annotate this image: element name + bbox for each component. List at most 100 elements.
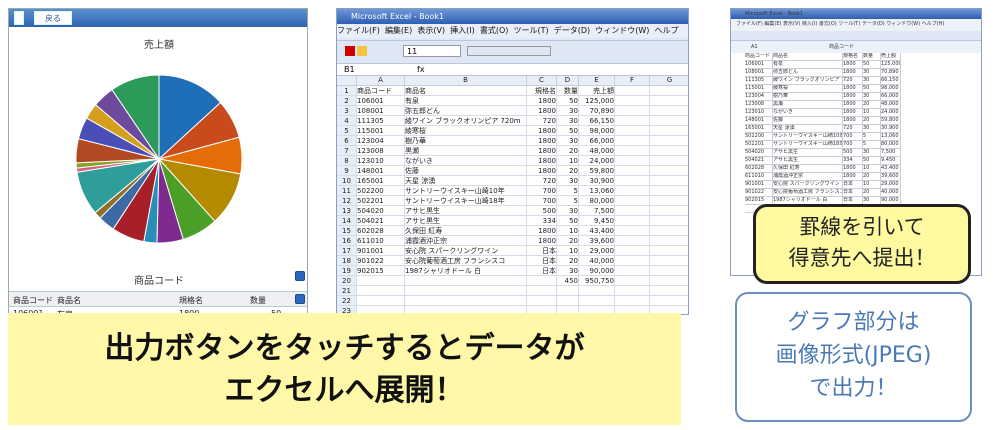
column-header-c[interactable]: C xyxy=(527,76,557,86)
preview-cell: 901022 xyxy=(745,189,773,197)
spreadsheet-cell xyxy=(615,296,650,306)
spreadsheet-cell xyxy=(650,216,688,226)
preview-cell: 有泉 xyxy=(773,61,843,69)
preview-cell: 1800 xyxy=(843,109,863,117)
spreadsheet-cell xyxy=(650,126,688,136)
spreadsheet-cell xyxy=(405,296,527,306)
spreadsheet-cell xyxy=(650,286,688,296)
row-number: 17 xyxy=(337,246,357,256)
spreadsheet-cell: アサヒ黒生 xyxy=(405,206,527,216)
toolbar-stop-icon[interactable] xyxy=(345,46,355,56)
spreadsheet-cell xyxy=(557,286,579,296)
preview-cell: 48,000 xyxy=(881,101,901,109)
data-grid-header: 商品コード 商品名 規格名 数量 xyxy=(9,291,307,307)
spreadsheet-cell: 黒瀬 xyxy=(405,146,527,156)
chart-expand-button[interactable] xyxy=(295,271,305,281)
column-header-a[interactable]: A xyxy=(357,76,405,86)
spreadsheet-cell: 佐藤 xyxy=(405,166,527,176)
menu-window[interactable]: ウィンドウ(W) xyxy=(595,26,649,35)
spreadsheet-cell xyxy=(527,296,557,306)
preview-cell: 20 xyxy=(863,189,881,197)
spreadsheet-cell xyxy=(650,156,688,166)
column-header-b[interactable]: B xyxy=(405,76,527,86)
spreadsheet-cell: 43,400 xyxy=(579,226,615,236)
spreadsheet-cell: 123008 xyxy=(357,146,405,156)
preview-cell: 504021 xyxy=(745,157,773,165)
preview-cell: 901001 xyxy=(745,181,773,189)
back-button[interactable]: 戻る xyxy=(34,11,72,25)
spreadsheet-cell xyxy=(615,166,650,176)
menu-tools[interactable]: ツール(T) xyxy=(513,26,548,35)
column-header-f[interactable]: F xyxy=(615,76,650,86)
jpeg-output-callout: グラフ部分は 画像形式(JPEG) で出力！ xyxy=(735,292,972,422)
graph-line-3: で出力！ xyxy=(809,376,898,401)
grid-scroll-button[interactable] xyxy=(295,294,305,304)
spreadsheet-cell: 30 xyxy=(557,176,579,186)
spreadsheet-cell: 20 xyxy=(557,146,579,156)
preview-cell: 綾寒桜 xyxy=(773,85,843,93)
spreadsheet-cell xyxy=(357,276,405,286)
font-size-box[interactable]: 11 xyxy=(403,45,461,57)
preview-cell: 30 xyxy=(863,125,881,133)
spreadsheet-cell xyxy=(650,206,688,216)
spreadsheet-cell: 902015 xyxy=(357,266,405,276)
preview-cell: 10 xyxy=(863,165,881,173)
spreadsheet-cell: 720 xyxy=(527,176,557,186)
preview-cell: 規格名 xyxy=(843,53,863,61)
preview-cell: 40,000 xyxy=(881,189,901,197)
preview-cell: 50 xyxy=(863,85,881,93)
preview-cell: 1800 xyxy=(843,61,863,69)
preview-cell: 商品コード xyxy=(745,53,773,61)
column-header-g[interactable]: G xyxy=(650,76,688,86)
preview-cell: 611010 xyxy=(745,173,773,181)
spreadsheet-cell xyxy=(650,136,688,146)
spreadsheet-cell: 48,000 xyxy=(579,146,615,156)
spreadsheet-cell xyxy=(527,276,557,286)
preview-cell: サントリーウイスキー山崎18年 xyxy=(773,141,843,149)
app-icon-button[interactable] xyxy=(14,11,24,25)
chart-title: 売上額 xyxy=(144,40,174,51)
toolbar-format-icon[interactable] xyxy=(357,46,367,56)
menu-edit[interactable]: 編集(E) xyxy=(385,26,412,35)
spreadsheet-cell: 611010 xyxy=(357,236,405,246)
preview-cell: 20 xyxy=(863,173,881,181)
menu-view[interactable]: 表示(V) xyxy=(417,26,445,35)
spreadsheet-cell xyxy=(615,146,650,156)
preview-cell: 5 xyxy=(863,141,881,149)
graph-line-2: 画像形式(JPEG) xyxy=(775,343,932,368)
preview-cell: 天星 涼湧 xyxy=(773,125,843,133)
toolbar-alignment-group[interactable] xyxy=(467,46,551,56)
preview-cell: 安心院葡萄酒工房 フランシスコ xyxy=(773,189,843,197)
spreadsheet-cell: 1800 xyxy=(527,226,557,236)
name-box[interactable]: B1 xyxy=(344,65,400,74)
preview-cell: 綾ワイン ブラックオリンピア 720m xyxy=(773,77,843,85)
column-header-d[interactable]: D xyxy=(557,76,579,86)
row-number: 20 xyxy=(337,276,357,286)
row-number: 1 xyxy=(337,86,357,96)
spreadsheet-cell xyxy=(615,136,650,146)
spreadsheet-cell xyxy=(650,296,688,306)
menu-insert[interactable]: 挿入(I) xyxy=(450,26,475,35)
preview-cell: 久保田 紅寿 xyxy=(773,165,843,173)
preview-cell: 30 xyxy=(863,149,881,157)
row-number: 12 xyxy=(337,196,357,206)
preview-cell: アサヒ黒生 xyxy=(773,157,843,165)
preview-cell: 30 xyxy=(863,69,881,77)
row-number: 7 xyxy=(337,146,357,156)
spreadsheet-cell: 13,060 xyxy=(579,186,615,196)
row-number: 8 xyxy=(337,156,357,166)
preview-cell: サントリーウイスキー山崎10年 xyxy=(773,133,843,141)
preview-cell: 700 xyxy=(843,141,863,149)
spreadsheet-cell: 30 xyxy=(557,266,579,276)
menu-data[interactable]: データ(D) xyxy=(554,26,590,35)
formula-bar: B1 fx xyxy=(337,64,688,76)
menu-format[interactable]: 書式(O) xyxy=(480,26,509,35)
spreadsheet-cell: 5 xyxy=(557,196,579,206)
column-header-e[interactable]: E xyxy=(579,76,615,86)
spreadsheet-cell: 1800 xyxy=(527,96,557,106)
menu-file[interactable]: ファイル(F) xyxy=(337,26,380,35)
callout-line-1: 罫線を引いて xyxy=(799,215,925,239)
preview-cell: 1800 xyxy=(843,117,863,125)
spreadsheet-cell: 502200 xyxy=(357,186,405,196)
preview-cell: 504020 xyxy=(745,149,773,157)
